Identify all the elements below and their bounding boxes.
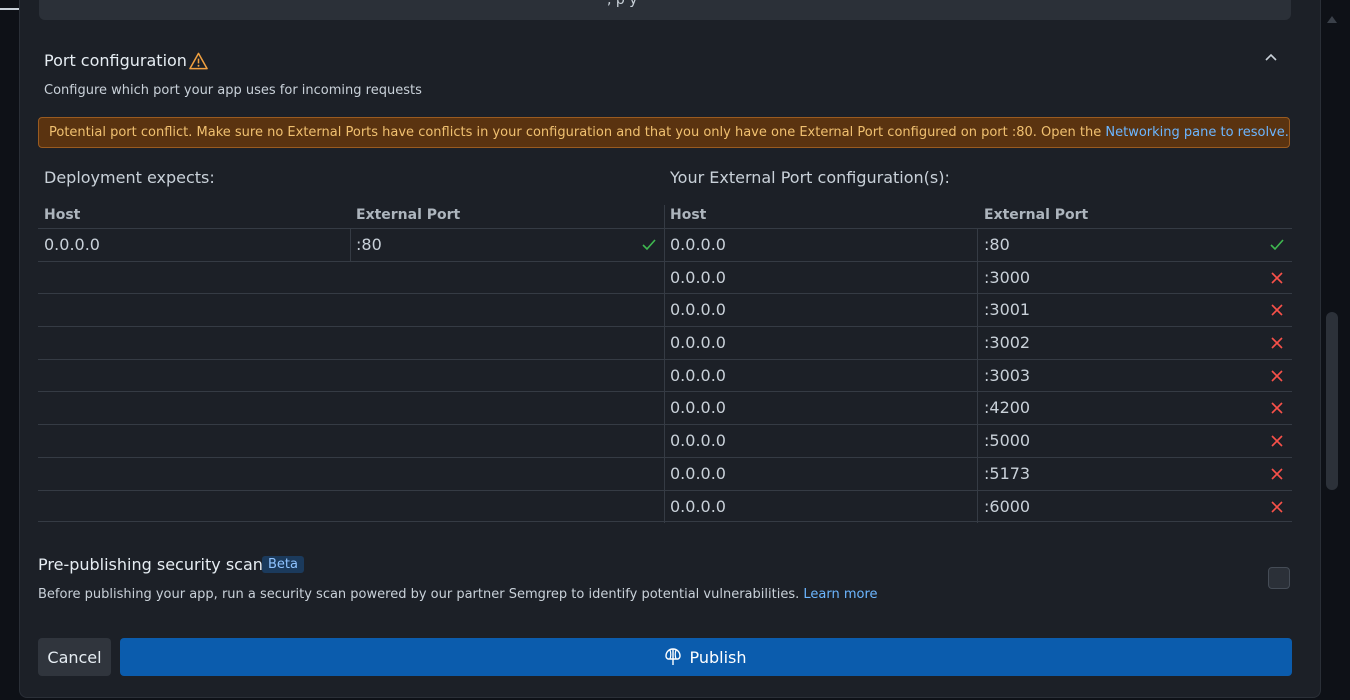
publish-button[interactable]: Publish [120,638,1292,676]
table-row: 0.0.0.0 :5000 [38,424,1292,457]
table-row: 0.0.0.0 :3000 [38,260,1292,294]
config-port-cell: :80 [984,235,1010,254]
previous-section-card: , p y [39,0,1291,20]
table-row: 0.0.0.0 :3003 [38,358,1292,392]
publish-label: Publish [689,647,747,667]
table-row: 0.0.0.0 :3002 [38,326,1292,359]
check-icon [1270,239,1284,251]
x-icon [1271,402,1283,415]
table-row: 0.0.0.0 :4200 [38,391,1292,424]
collapse-chevron-icon[interactable] [1264,52,1278,62]
port-config-subtitle: Configure which port your app uses for i… [44,83,422,98]
beta-badge: Beta [262,556,304,573]
table-row: 0.0.0.0 :3001 [38,293,1292,326]
config-port-cell: :6000 [984,496,1031,516]
table-row: 0.0.0.0 :80 0.0.0.0 :80 [38,228,1292,261]
config-port-cell: :3000 [984,267,1031,287]
config-host-cell: 0.0.0.0 [670,398,726,418]
cancel-button[interactable]: Cancel [38,638,111,676]
config-host-cell: 0.0.0.0 [670,431,726,451]
security-scan-text: Before publishing your app, run a securi… [38,587,804,602]
port-table: 0.0.0.0 :80 0.0.0.0 :80 0.0.0.0 :3000 0.0.0.0:… [38,228,1292,523]
config-port-cell: :3003 [984,365,1031,385]
check-icon [642,239,656,251]
table-row: 0.0.0.0 :6000 [38,489,1292,523]
x-icon [1271,435,1283,447]
security-scan-title: Pre-publishing security scan [38,555,263,574]
security-scan-checkbox[interactable] [1268,567,1290,589]
security-scan-description: Before publishing your app, run a securi… [38,587,878,602]
expected-host-cell: 0.0.0.0 [44,235,100,254]
config-host-cell: 0.0.0.0 [670,300,726,320]
config-host-cell: 0.0.0.0 [670,463,726,483]
port-config-title: Port configuration [44,51,187,70]
warning-icon [189,52,208,70]
expected-host-header: Host [44,207,81,223]
config-host-cell: 0.0.0.0 [670,267,726,287]
config-host-cell: 0.0.0.0 [670,235,726,254]
config-host-cell: 0.0.0.0 [670,496,726,516]
x-icon [1271,272,1283,284]
x-icon [1271,500,1283,513]
config-port-cell: :3002 [984,333,1031,353]
external-config-heading: Your External Port configuration(s): [670,168,950,187]
warning-text: Potential port conflict. Make sure no Ex… [49,125,1106,140]
config-port-cell: :5173 [984,463,1031,483]
config-port-cell: :4200 [984,398,1031,418]
config-host-header: Host [670,207,707,223]
scroll-up-arrow-icon[interactable] [1326,14,1338,24]
config-port-header: External Port [984,207,1089,223]
expected-port-cell: :80 [356,235,382,254]
config-host-cell: 0.0.0.0 [670,333,726,353]
config-host-cell: 0.0.0.0 [670,365,726,385]
config-port-cell: :3001 [984,300,1031,320]
port-conflict-warning: Potential port conflict. Make sure no Ex… [38,117,1290,148]
scrollbar-thumb[interactable] [1326,312,1338,490]
x-icon [1271,337,1283,349]
table-row: 0.0.0.0 :5173 [38,456,1292,490]
previous-section-text: , p y [607,0,638,8]
expected-port-header: External Port [356,207,461,223]
config-port-cell: :5000 [984,431,1031,451]
x-icon [1271,370,1283,382]
networking-pane-link[interactable]: Networking pane to resolve. [1105,125,1289,140]
deployment-expects-heading: Deployment expects: [44,168,215,187]
learn-more-link[interactable]: Learn more [803,587,877,602]
publish-icon [665,648,682,665]
x-icon [1271,304,1283,316]
x-icon [1271,468,1283,480]
